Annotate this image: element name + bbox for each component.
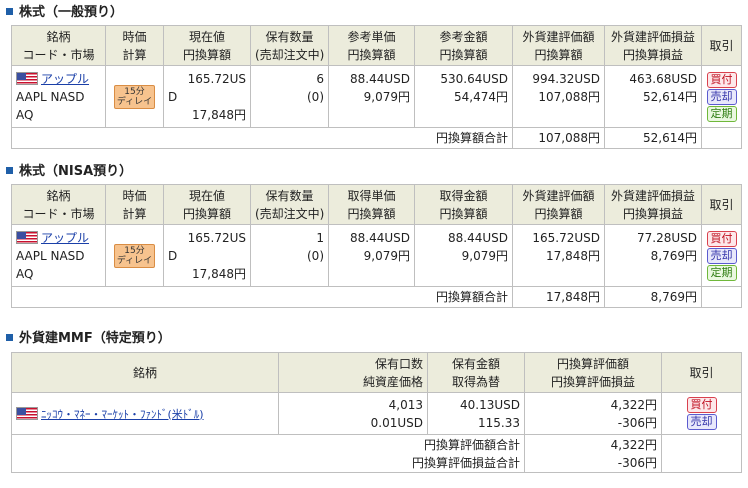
pl-cell: 463.68USD 52,614円 [604,65,702,128]
header-units: 保有口数 純資産価格 [278,352,428,393]
header-qty: 保有数量 (売却注文中) [250,184,329,225]
summary-row: 円換算評価額合計 円換算評価損益合計 4,322円 -306円 [11,434,742,473]
header-unit: 取得単価 円換算額 [328,184,415,225]
header-trade: 取引 [701,184,742,225]
eval-cell: 4,322円 -306円 [524,392,662,435]
header-trade: 取引 [661,352,742,393]
header-eval: 外貨建評価額 円換算額 [512,25,605,66]
stock-name-link[interactable]: アップル [41,72,89,86]
price-cell: 165.72US D 17,848円 [163,65,251,128]
unit-cell: 88.44USD 9,079円 [328,65,415,128]
summary-row: 円換算額合計 107,088円 52,614円 [11,127,742,149]
buy-button[interactable]: 買付 [706,71,737,88]
summary-label: 円換算額合計 [11,286,513,308]
trade-cell: 買付 売却 [661,392,742,435]
header-name: 銘柄 コード・市場 [11,25,106,66]
table-row: アップル AAPL NASD AQ 15分 ディレイ 165.72US D 17,84… [11,65,742,128]
section-title-general: 株式（一般預り） [6,4,123,22]
header-qty: 保有数量 (売却注文中) [250,25,329,66]
periodic-button[interactable]: 定期 [706,264,737,281]
fund-name-link[interactable]: ﾆｯｺｳ・ﾏﾈｰ・ﾏｰｹｯﾄ・ﾌｧﾝﾄﾞ(米ﾄﾞﾙ) [41,408,204,421]
section-marker-icon [6,334,13,341]
header-amount: 参考金額 円換算額 [414,25,513,66]
mmf-table: 銘柄 保有口数 純資産価格 保有金額 取得為替 円換算評価額 円換算評価損益 取引 ﾆ… [11,352,742,473]
trade-cell: 買付 売却 定期 [701,65,742,128]
amount-cell: 530.64USD 54,474円 [414,65,513,128]
eval-cell: 994.32USD 107,088円 [512,65,605,128]
units-cell: 4,013 0.01USD [278,392,428,435]
general-stock-table: 銘柄 コード・市場 時価 計算 現在値 円換算額 保有数量 (売却注文中) 参考単価 円換… [11,25,742,149]
header-trade: 取引 [701,25,742,66]
qty-cell: 6 (0) [250,65,329,128]
header-pl: 外貨建評価損益 円換算損益 [604,184,702,225]
fund-name-cell: ﾆｯｺｳ・ﾏﾈｰ・ﾏｰｹｯﾄ・ﾌｧﾝﾄﾞ(米ﾄﾞﾙ) [11,392,279,435]
section-marker-icon [6,167,13,174]
sell-button[interactable]: 売却 [686,414,717,430]
header-pl: 外貨建評価損益 円換算損益 [604,25,702,66]
header-amount: 取得金額 円換算額 [414,184,513,225]
section-title-mmf: 外貨建MMF（特定預り） [6,330,171,348]
sell-button[interactable]: 売却 [706,88,737,105]
nisa-stock-table: 銘柄 コード・市場 時価 計算 現在値 円換算額 保有数量 (売却注文中) 取得単価 円換… [11,184,742,308]
us-flag-icon [16,230,38,244]
eval-cell: 165.72USD 17,848円 [512,224,605,287]
delay-cell: 15分 ディレイ [105,65,164,128]
header-name: 銘柄 コード・市場 [11,184,106,225]
summary-pl: 52,614円 [604,127,702,149]
stock-name-cell: アップル AAPL NASD AQ [11,65,106,128]
table-header-row: 銘柄 コード・市場 時価 計算 現在値 円換算額 保有数量 (売却注文中) 取得単価 円換… [11,184,742,225]
header-price: 現在値 円換算額 [163,25,251,66]
stock-name-link[interactable]: アップル [41,231,89,245]
header-eval: 外貨建評価額 円換算額 [512,184,605,225]
header-calc: 時価 計算 [105,25,164,66]
delay-badge: 15分 ディレイ [113,243,156,268]
delay-badge: 15分 ディレイ [113,84,156,109]
summary-eval: 17,848円 [512,286,605,308]
header-calc: 時価 計算 [105,184,164,225]
summary-label: 円換算額合計 [11,127,513,149]
stock-name-cell: アップル AAPL NASD AQ [11,224,106,287]
delay-cell: 15分 ディレイ [105,224,164,287]
table-row: ﾆｯｺｳ・ﾏﾈｰ・ﾏｰｹｯﾄ・ﾌｧﾝﾄﾞ(米ﾄﾞﾙ) 4,013 0.01USD … [11,392,742,435]
table-header-row: 銘柄 保有口数 純資産価格 保有金額 取得為替 円換算評価額 円換算評価損益 取引 [11,352,742,393]
summary-values: 4,322円 -306円 [524,434,662,473]
header-price: 現在値 円換算額 [163,184,251,225]
header-amount: 保有金額 取得為替 [427,352,525,393]
summary-pl: 8,769円 [604,286,702,308]
summary-eval: 107,088円 [512,127,605,149]
header-unit: 参考単価 円換算額 [328,25,415,66]
amount-cell: 88.44USD 9,079円 [414,224,513,287]
section-title-nisa: 株式（NISA預り） [6,163,132,181]
periodic-button[interactable]: 定期 [706,105,737,122]
header-eval: 円換算評価額 円換算評価損益 [524,352,662,393]
price-cell: 165.72US D 17,848円 [163,224,251,287]
summary-labels: 円換算評価額合計 円換算評価損益合計 [11,434,525,473]
buy-button[interactable]: 買付 [706,230,737,247]
table-row: アップル AAPL NASD AQ 15分 ディレイ 165.72US D 17,84… [11,224,742,287]
sell-button[interactable]: 売却 [706,247,737,264]
table-header-row: 銘柄 コード・市場 時価 計算 現在値 円換算額 保有数量 (売却注文中) 参考単価 円換… [11,25,742,66]
qty-cell: 1 (0) [250,224,329,287]
buy-button[interactable]: 買付 [686,397,717,413]
us-flag-icon [16,406,38,420]
us-flag-icon [16,71,38,85]
trade-cell: 買付 売却 定期 [701,224,742,287]
header-name: 銘柄 [11,352,279,393]
amount-cell: 40.13USD 115.33 [427,392,525,435]
section-marker-icon [6,8,13,15]
summary-row: 円換算額合計 17,848円 8,769円 [11,286,742,308]
pl-cell: 77.28USD 8,769円 [604,224,702,287]
unit-cell: 88.44USD 9,079円 [328,224,415,287]
